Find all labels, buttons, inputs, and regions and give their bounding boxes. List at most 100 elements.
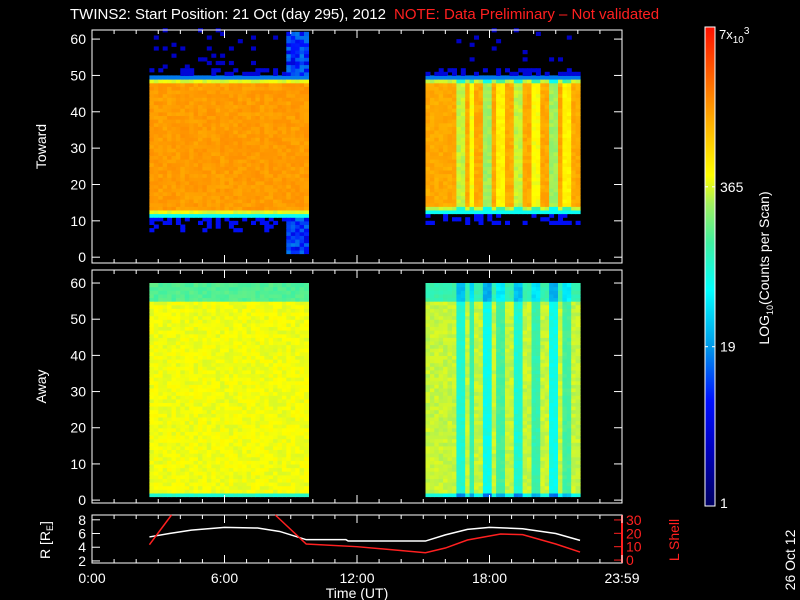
heatmap-cell <box>171 359 177 364</box>
heatmap-cell <box>531 100 537 106</box>
heatmap-cell <box>202 402 208 407</box>
heatmap-cell <box>443 71 449 76</box>
heatmap-cell <box>566 79 572 84</box>
heatmap-cell <box>167 384 173 389</box>
heatmap-cell <box>571 206 577 211</box>
heatmap-cell <box>189 119 195 124</box>
heatmap-cell <box>153 359 159 364</box>
heatmap-cell <box>158 369 164 375</box>
heatmap-cell <box>264 348 270 353</box>
heatmap-cell <box>562 122 568 127</box>
heatmap-cell <box>158 391 164 396</box>
heatmap-cell <box>509 71 515 76</box>
heatmap-cell <box>535 151 541 156</box>
heatmap-cell <box>202 308 208 313</box>
heatmap-cell <box>193 304 199 309</box>
heatmap-cell <box>434 180 440 186</box>
heatmap-cell <box>540 202 546 207</box>
heatmap-cell <box>171 482 177 487</box>
heatmap-cell <box>487 173 493 178</box>
heatmap-cell <box>425 93 431 98</box>
heatmap-cell <box>509 133 515 138</box>
heatmap-cell <box>233 68 239 73</box>
heatmap-cell <box>465 159 471 164</box>
heatmap-cell <box>237 122 243 127</box>
heatmap-cell <box>281 312 287 317</box>
heatmap-cell <box>180 104 186 109</box>
heatmap-cell <box>184 445 190 450</box>
heatmap-cell <box>531 180 537 186</box>
heatmap-cell <box>566 148 572 153</box>
heatmap-cell <box>175 340 181 346</box>
heatmap-cell <box>158 184 164 189</box>
heatmap-cell <box>158 199 164 204</box>
heatmap-cell <box>202 489 208 494</box>
heatmap-cell <box>162 326 168 331</box>
heatmap-cell <box>549 137 555 142</box>
heatmap-cell <box>228 456 234 461</box>
heatmap-cell <box>522 202 528 207</box>
heatmap-cell <box>206 438 212 443</box>
heatmap-cell <box>162 420 168 425</box>
heatmap-cell <box>500 104 506 109</box>
heatmap-cell <box>171 100 177 106</box>
heatmap-cell <box>474 159 479 164</box>
heatmap-cell <box>228 380 234 385</box>
heatmap-cell <box>215 140 221 146</box>
heatmap-cell <box>259 474 265 479</box>
heatmap-cell <box>286 312 292 317</box>
heatmap-cell <box>202 191 208 196</box>
heatmap-cell <box>264 492 270 498</box>
heatmap-cell <box>286 380 292 385</box>
heatmap-cell <box>206 35 212 40</box>
heatmap-cell <box>277 115 283 120</box>
heatmap-cell <box>220 445 226 450</box>
heatmap-cell <box>286 228 292 233</box>
heatmap-cell <box>465 119 471 124</box>
heatmap-cell <box>460 122 466 127</box>
heatmap-cell <box>189 148 195 153</box>
heatmap-cell <box>438 71 444 76</box>
heatmap-cell <box>237 366 243 371</box>
heatmap-cell <box>304 209 309 215</box>
heatmap-cell <box>281 366 287 371</box>
heatmap-cell <box>162 144 168 149</box>
heatmap-cell <box>189 387 195 393</box>
heatmap-cell <box>531 68 537 73</box>
heatmap-cell <box>456 166 462 171</box>
heatmap-cell <box>189 337 195 342</box>
heatmap-cell <box>264 86 270 91</box>
heatmap-cell <box>531 202 537 207</box>
heatmap-cell <box>158 431 164 436</box>
heatmap-cell <box>242 467 248 472</box>
heatmap-cell <box>233 489 239 494</box>
heatmap-cell <box>189 431 195 436</box>
heatmap-cell <box>540 166 546 171</box>
heatmap-cell <box>206 489 212 494</box>
heatmap-cell <box>211 420 217 425</box>
heatmap-cell <box>220 355 226 360</box>
heatmap-cell <box>211 460 217 465</box>
heatmap-cell <box>290 93 296 98</box>
heatmap-cell <box>259 119 265 124</box>
heatmap-cell <box>224 337 230 342</box>
heatmap-cell <box>162 485 168 490</box>
heatmap-cell <box>255 366 261 371</box>
heatmap-cell <box>277 424 283 429</box>
heatmap-cell <box>233 293 239 299</box>
heatmap-cell <box>158 111 164 116</box>
heatmap-cell <box>237 489 243 494</box>
heatmap-cell <box>500 122 506 127</box>
heatmap-cell <box>277 173 283 178</box>
heatmap-cell <box>198 409 203 414</box>
heatmap-cell <box>443 151 449 156</box>
heatmap-cell <box>482 162 488 167</box>
heatmap-cell <box>211 308 217 313</box>
heatmap-cell <box>251 209 256 215</box>
heatmap-cell <box>189 297 195 302</box>
heatmap-cell <box>237 467 243 472</box>
heatmap-cell <box>220 148 226 153</box>
heatmap-cell <box>535 75 541 80</box>
heatmap-cell <box>233 108 239 113</box>
heatmap-cell <box>171 456 177 461</box>
